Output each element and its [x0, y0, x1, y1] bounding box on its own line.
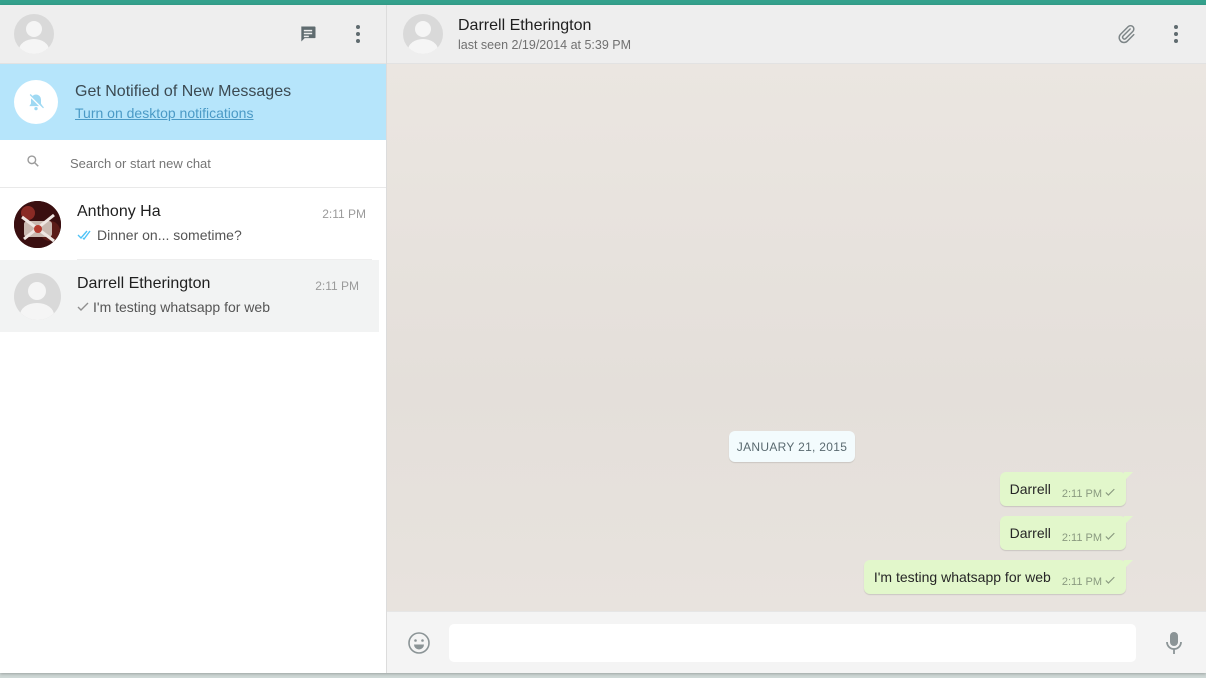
contact-avatar-placeholder — [14, 272, 61, 320]
search-input[interactable] — [68, 155, 352, 172]
conversation-pane: Darrell Etherington last seen 2/19/2014 … — [387, 5, 1206, 673]
left-header — [0, 5, 386, 64]
chat-preview-text: Dinner on... sometime? — [97, 227, 242, 243]
conversation-header: Darrell Etherington last seen 2/19/2014 … — [387, 5, 1206, 64]
menu-dots-icon[interactable] — [344, 20, 372, 48]
chat-list-item[interactable]: Anthony Ha 2:11 PM Dinner on... sometime… — [0, 188, 386, 260]
muted-bell-icon — [14, 80, 58, 124]
attach-icon[interactable] — [1112, 20, 1140, 48]
date-divider: JANUARY 21, 2015 — [729, 431, 855, 462]
contact-name[interactable]: Darrell Etherington — [458, 17, 631, 35]
message-composer — [387, 611, 1206, 673]
message-area[interactable]: JANUARY 21, 2015 Darrell 2:11 PM Darrell… — [387, 64, 1206, 611]
single-check-icon — [1102, 576, 1116, 588]
contact-avatar-placeholder[interactable] — [403, 14, 443, 54]
search-bar — [0, 140, 386, 188]
message-text: Darrell — [1009, 481, 1051, 497]
my-avatar[interactable] — [14, 14, 54, 54]
last-seen-status: last seen 2/19/2014 at 5:39 PM — [458, 37, 632, 52]
message-time: 2:11 PM — [1061, 488, 1102, 500]
chat-time: 2:11 PM — [315, 279, 359, 293]
mic-icon[interactable] — [1160, 629, 1188, 657]
message-time: 2:11 PM — [1061, 532, 1102, 544]
outgoing-message[interactable]: Darrell 2:11 PM — [999, 472, 1133, 506]
single-check-icon — [1102, 488, 1116, 500]
contact-avatar-photo — [14, 200, 61, 248]
chat-preview-text: I'm testing whatsapp for web — [93, 299, 270, 315]
outgoing-message[interactable]: I'm testing whatsapp for web 2:11 PM — [863, 560, 1133, 594]
menu-dots-icon[interactable] — [1162, 20, 1190, 48]
chat-list-pane: Get Notified of New Messages Turn on des… — [0, 5, 387, 673]
new-chat-icon[interactable] — [294, 20, 322, 48]
message-input[interactable] — [449, 623, 1136, 662]
notification-title: Get Notified of New Messages — [75, 83, 292, 100]
double-check-icon — [77, 227, 97, 243]
outgoing-message[interactable]: Darrell 2:11 PM — [999, 516, 1133, 550]
enable-notifications-link[interactable]: Turn on desktop notifications — [75, 105, 291, 121]
search-icon — [26, 154, 40, 173]
whatsapp-web-app: Get Notified of New Messages Turn on des… — [0, 5, 1206, 673]
chat-list-item-selected[interactable]: Darrell Etherington 2:11 PM I'm testing … — [0, 260, 379, 332]
message-time: 2:11 PM — [1061, 576, 1102, 588]
single-check-icon — [77, 299, 93, 315]
notification-banner: Get Notified of New Messages Turn on des… — [0, 64, 386, 140]
chat-time: 2:11 PM — [322, 207, 366, 221]
single-check-icon — [1102, 532, 1116, 544]
emoji-icon[interactable] — [405, 629, 433, 657]
message-text: Darrell — [1009, 525, 1051, 541]
message-text: I'm testing whatsapp for web — [873, 569, 1051, 585]
